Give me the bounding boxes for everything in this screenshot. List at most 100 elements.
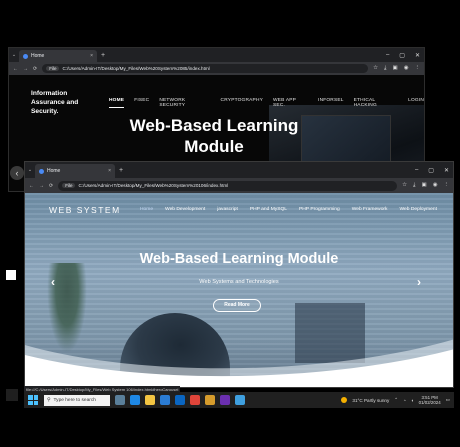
back-hero-title: Web-Based Learning Module — [129, 116, 299, 156]
taskbar-search-box[interactable]: ⚲ Type here to search — [44, 394, 110, 406]
desktop-scroll-arrow-icon[interactable]: ‹ — [10, 166, 24, 180]
reload-icon[interactable]: ⟳ — [49, 183, 53, 189]
desktop-corner-icon — [6, 389, 18, 401]
notifications-icon[interactable]: ▭ — [446, 397, 450, 403]
back-nav-ethical-hacking[interactable]: ETHICAL HACKING — [354, 98, 398, 108]
star-icon[interactable]: ☆ — [402, 182, 407, 189]
back-nav-login[interactable]: LOGIN — [408, 98, 424, 108]
edge-icon[interactable] — [130, 395, 140, 405]
windows-taskbar: ⚲ Type here to search 31°C Partly sunny … — [24, 392, 454, 408]
forward-arrow-icon[interactable]: → — [39, 183, 44, 189]
back-nav-web-app-sec[interactable]: WEB APP SEC. — [273, 98, 308, 108]
app-icon-2[interactable] — [220, 395, 230, 405]
tray-chevron-icon[interactable]: ⌃ — [394, 397, 398, 403]
back-tab-title: Home — [31, 53, 45, 59]
front-nav-web-framework[interactable]: Web Framework — [352, 207, 388, 212]
globe-icon — [23, 53, 28, 59]
weather-text[interactable]: 31°C Partly sunny — [352, 398, 389, 403]
front-tab-title: Home — [47, 168, 61, 174]
tab-search-icon[interactable]: ⌄ — [25, 167, 35, 173]
system-tray: 31°C Partly sunny ⌃ ◔ ◖ 3:51 PM 01/02/20… — [341, 395, 454, 406]
front-hero-subtitle: Web Systems and Technologies — [199, 279, 279, 285]
front-toolbar: ← → ⟳ File C:/Users/Admin-IT/Desktop/My_… — [25, 178, 453, 193]
chrome-icon[interactable] — [190, 395, 200, 405]
front-toolbar-icons: ☆ ⤓ ▣ ◉ ⋮ — [402, 182, 449, 189]
file-chip[interactable]: File — [62, 183, 76, 188]
close-window-button[interactable]: ✕ — [444, 167, 449, 174]
menu-icon[interactable]: ⋮ — [415, 65, 421, 72]
front-tab-home[interactable]: Home × — [35, 164, 115, 178]
back-nav-inforsel[interactable]: INFORSEL — [318, 98, 344, 108]
front-address-bar[interactable]: File C:/Users/Admin-IT/Desktop/My_Files/… — [58, 180, 398, 191]
store-icon[interactable] — [175, 395, 185, 405]
back-arrow-icon[interactable]: ← — [13, 66, 18, 72]
split-view-icon[interactable]: ▣ — [392, 65, 397, 72]
front-window-controls: – ▢ ✕ — [415, 162, 449, 178]
profile-icon[interactable]: ◉ — [433, 182, 438, 189]
front-nav-home[interactable]: Home — [140, 207, 153, 212]
star-icon[interactable]: ☆ — [373, 65, 378, 72]
file-explorer-icon[interactable] — [145, 395, 155, 405]
read-more-button[interactable]: Read More — [213, 299, 261, 312]
close-tab-icon[interactable]: × — [90, 53, 93, 59]
close-tab-icon[interactable]: × — [108, 168, 111, 174]
menu-icon[interactable]: ⋮ — [444, 182, 450, 189]
maximize-button[interactable]: ▢ — [428, 167, 434, 174]
download-icon[interactable]: ⤓ — [384, 65, 386, 72]
split-view-icon[interactable]: ▣ — [421, 182, 426, 189]
back-site-brand[interactable]: Information Assurance and Security. — [31, 89, 95, 116]
back-site-nav: HOME FISEC NETWORK SECURITY CRYPTOGRAPHY… — [109, 98, 424, 108]
tab-search-icon[interactable]: ⌄ — [9, 52, 19, 58]
file-chip[interactable]: File — [46, 66, 60, 71]
back-url-text: C:/Users/Admin-IT/Desktop/My_Files/Web%2… — [62, 66, 210, 71]
carousel-next-icon[interactable]: › — [417, 275, 421, 289]
volume-icon[interactable]: ◖ — [411, 398, 414, 403]
new-tab-button[interactable]: + — [119, 167, 123, 174]
front-tab-strip: ⌄ Home × + – ▢ ✕ — [25, 162, 453, 178]
front-site-brand[interactable]: WEB SYSTEM — [49, 205, 121, 215]
carousel-prev-icon[interactable]: ‹ — [51, 275, 55, 289]
back-nav-home[interactable]: HOME — [109, 98, 125, 108]
taskbar-search-placeholder: Type here to search — [53, 397, 96, 403]
start-button-icon[interactable] — [28, 395, 38, 405]
front-nav-web-development[interactable]: Web Development — [165, 207, 205, 212]
front-nav-php-mysql[interactable]: PHP and MySQL — [250, 207, 287, 212]
app-icon[interactable] — [205, 395, 215, 405]
desktop-app-icon — [6, 270, 16, 280]
search-icon: ⚲ — [47, 397, 51, 403]
back-address-bar[interactable]: File C:/Users/Admin-IT/Desktop/My_Files/… — [42, 64, 369, 73]
front-nav-javascript[interactable]: javascript — [217, 207, 238, 212]
front-hero-carousel: WEB SYSTEM Home Web Development javascri… — [25, 193, 453, 387]
taskbar-clock[interactable]: 3:51 PM 01/02/2024 — [419, 395, 441, 406]
close-window-button[interactable]: ✕ — [415, 52, 420, 59]
app-icon-3[interactable] — [235, 395, 245, 405]
front-nav-php-programming[interactable]: PHP Programming — [299, 207, 340, 212]
globe-icon — [39, 168, 44, 174]
hero-wave-divider — [25, 339, 453, 387]
front-url-text: C:/Users/Admin-IT/Desktop/My_Files/Web%2… — [78, 183, 229, 188]
front-hero-title: Web-Based Learning Module — [139, 251, 339, 267]
back-toolbar: ← → ⟳ File C:/Users/Admin-IT/Desktop/My_… — [9, 62, 424, 75]
front-site-nav: Home Web Development javascript PHP and … — [140, 207, 437, 212]
front-browser-window[interactable]: ⌄ Home × + – ▢ ✕ ← → ⟳ File C:/Users/Adm… — [24, 161, 454, 388]
clock-date: 01/02/2024 — [418, 400, 441, 405]
minimize-button[interactable]: – — [386, 52, 389, 58]
front-nav-web-deployment[interactable]: Web Deployment — [400, 207, 437, 212]
back-tab-home[interactable]: Home × — [19, 50, 97, 62]
weather-icon[interactable] — [341, 397, 348, 403]
back-arrow-icon[interactable]: ← — [29, 183, 34, 189]
forward-arrow-icon[interactable]: → — [23, 66, 28, 72]
task-view-icon[interactable] — [115, 395, 125, 405]
back-nav-fisec[interactable]: FISEC — [134, 98, 149, 108]
back-nav-network-security[interactable]: NETWORK SECURITY — [159, 98, 210, 108]
maximize-button[interactable]: ▢ — [399, 52, 405, 59]
reload-icon[interactable]: ⟳ — [33, 66, 37, 72]
back-window-controls: – ▢ ✕ — [386, 48, 420, 62]
profile-icon[interactable]: ◉ — [404, 65, 409, 72]
new-tab-button[interactable]: + — [101, 52, 105, 59]
minimize-button[interactable]: – — [415, 167, 418, 173]
download-icon[interactable]: ⤓ — [413, 182, 415, 189]
mail-icon[interactable] — [160, 395, 170, 405]
network-icon[interactable]: ◔ — [403, 398, 406, 403]
back-nav-cryptography[interactable]: CRYPTOGRAPHY — [221, 98, 263, 108]
